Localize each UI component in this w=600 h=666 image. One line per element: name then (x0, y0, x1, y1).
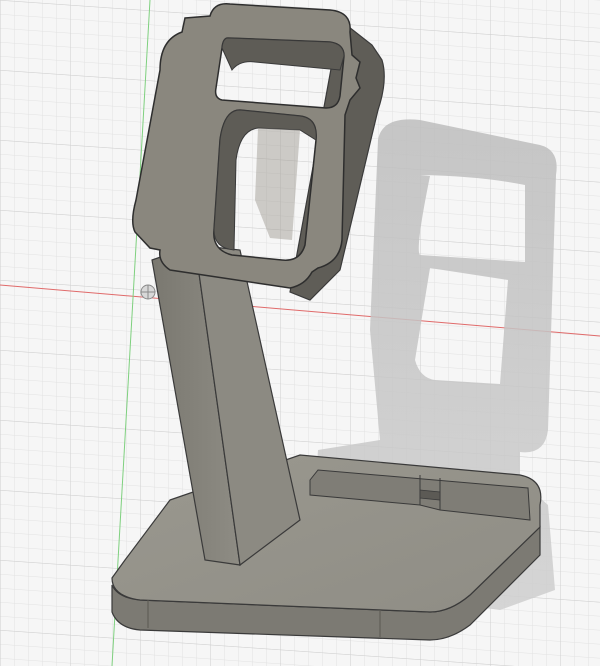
3d-viewport[interactable] (0, 0, 600, 666)
scene-canvas[interactable] (0, 0, 600, 666)
origin-marker[interactable] (140, 284, 156, 300)
